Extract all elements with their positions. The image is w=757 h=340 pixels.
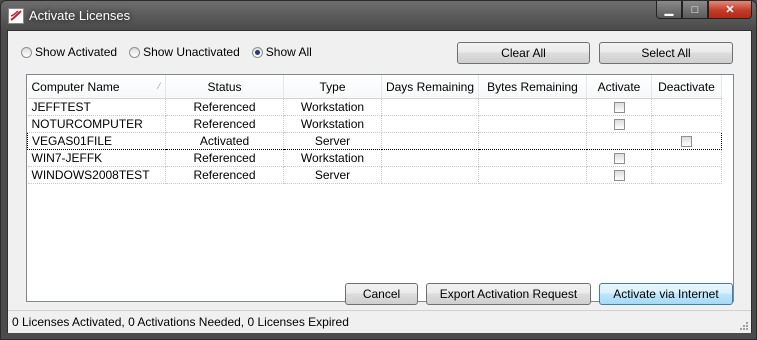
- sort-indicator-icon: ⁄: [158, 81, 160, 91]
- radio-label: Show All: [265, 45, 312, 59]
- table-row[interactable]: NOTURCOMPUTER Referenced Workstation: [27, 115, 722, 133]
- status-bar: 0 Licenses Activated, 0 Activations Need…: [8, 310, 751, 333]
- cell-status: Referenced: [165, 115, 284, 133]
- table-row-focused[interactable]: VEGAS01FILE Activated Server: [27, 132, 722, 150]
- column-header-days-remaining[interactable]: Days Remaining: [381, 75, 479, 99]
- clear-all-button[interactable]: Clear All: [457, 42, 590, 64]
- licenses-table[interactable]: Computer Name ⁄ Status Type Days Remainin…: [26, 74, 734, 302]
- table-row[interactable]: JEFFTEST Referenced Workstation: [27, 98, 722, 116]
- radio-show-unactivated[interactable]: Show Unactivated: [129, 45, 240, 59]
- cell-type: Workstation: [283, 149, 382, 167]
- radio-label: Show Unactivated: [143, 45, 240, 59]
- cell-deactivate: [651, 132, 722, 150]
- cancel-button[interactable]: Cancel: [345, 283, 418, 305]
- activate-checkbox[interactable]: [613, 119, 625, 131]
- column-header-label: Computer Name: [31, 79, 120, 94]
- cell-activate: [586, 98, 652, 116]
- cell-activate: [586, 166, 652, 184]
- title-bar[interactable]: Activate Licenses ▁ □ ✕: [1, 1, 756, 31]
- cell-computer-name: JEFFTEST: [27, 98, 166, 116]
- radio-label: Show Activated: [35, 45, 118, 59]
- column-header-status[interactable]: Status: [165, 75, 284, 99]
- cell-activate: [586, 115, 652, 133]
- resize-grip-icon[interactable]: [739, 321, 749, 331]
- radio-button-icon[interactable]: [21, 46, 32, 58]
- radio-button-selected-icon[interactable]: [251, 46, 263, 58]
- cell-computer-name: VEGAS01FILE: [27, 132, 166, 150]
- column-header-type[interactable]: Type: [283, 75, 382, 99]
- activate-checkbox[interactable]: [613, 170, 625, 182]
- cell-bytes-remaining: [478, 98, 587, 116]
- column-header-bytes-remaining[interactable]: Bytes Remaining: [478, 75, 587, 99]
- cell-status: Referenced: [165, 149, 284, 167]
- cell-type: Server: [283, 132, 382, 150]
- cell-days-remaining: [381, 166, 479, 184]
- export-activation-request-button[interactable]: Export Activation Request: [426, 283, 591, 305]
- cell-bytes-remaining: [478, 132, 587, 150]
- activate-licenses-window: Activate Licenses ▁ □ ✕ Show Activated S…: [0, 0, 757, 340]
- cell-activate: [586, 149, 652, 167]
- cell-type: Workstation: [283, 115, 382, 133]
- cell-days-remaining: [381, 115, 479, 133]
- cell-status: Referenced: [165, 166, 284, 184]
- dialog-client-area: Show Activated Show Unactivated Show All…: [7, 30, 752, 333]
- cell-status: Referenced: [165, 98, 284, 116]
- radio-button-icon[interactable]: [129, 46, 141, 58]
- cell-deactivate: [651, 98, 722, 116]
- minimize-icon[interactable]: ▁: [656, 1, 682, 19]
- cell-deactivate: [651, 115, 722, 133]
- column-header-computer-name[interactable]: Computer Name ⁄: [27, 75, 166, 99]
- activate-via-internet-button[interactable]: Activate via Internet: [599, 283, 733, 305]
- cell-bytes-remaining: [478, 166, 587, 184]
- cell-days-remaining: [381, 149, 479, 167]
- cell-bytes-remaining: [478, 149, 587, 167]
- cell-days-remaining: [381, 98, 479, 116]
- filter-radio-group: Show Activated Show Unactivated Show All: [21, 45, 324, 59]
- cell-deactivate: [651, 149, 722, 167]
- cell-computer-name: NOTURCOMPUTER: [27, 115, 166, 133]
- table-header-row: Computer Name ⁄ Status Type Days Remainin…: [27, 75, 722, 99]
- activate-checkbox[interactable]: [613, 102, 625, 114]
- cell-type: Server: [283, 166, 382, 184]
- table-row[interactable]: WIN7-JEFFK Referenced Workstation: [27, 149, 722, 167]
- window-title: Activate Licenses: [29, 8, 131, 23]
- cell-bytes-remaining: [478, 115, 587, 133]
- column-header-deactivate[interactable]: Deactivate: [651, 75, 722, 99]
- app-logo-icon: [8, 8, 24, 24]
- radio-show-activated[interactable]: Show Activated: [21, 45, 117, 59]
- cell-type: Workstation: [283, 98, 382, 116]
- cell-activate: [586, 132, 652, 150]
- cell-days-remaining: [381, 132, 479, 150]
- cell-computer-name: WINDOWS2008TEST: [27, 166, 166, 184]
- maximize-icon[interactable]: □: [682, 1, 708, 19]
- table-row[interactable]: WINDOWS2008TEST Referenced Server: [27, 166, 722, 184]
- cell-deactivate: [651, 166, 722, 184]
- radio-show-all[interactable]: Show All: [251, 45, 312, 59]
- close-icon[interactable]: ✕: [708, 1, 752, 19]
- status-text: 0 Licenses Activated, 0 Activations Need…: [12, 315, 349, 329]
- cell-status: Activated: [165, 132, 284, 150]
- select-all-button[interactable]: Select All: [599, 42, 733, 64]
- column-header-activate[interactable]: Activate: [586, 75, 652, 99]
- deactivate-checkbox[interactable]: [681, 136, 692, 148]
- activate-checkbox[interactable]: [613, 153, 625, 165]
- cell-computer-name: WIN7-JEFFK: [27, 149, 166, 167]
